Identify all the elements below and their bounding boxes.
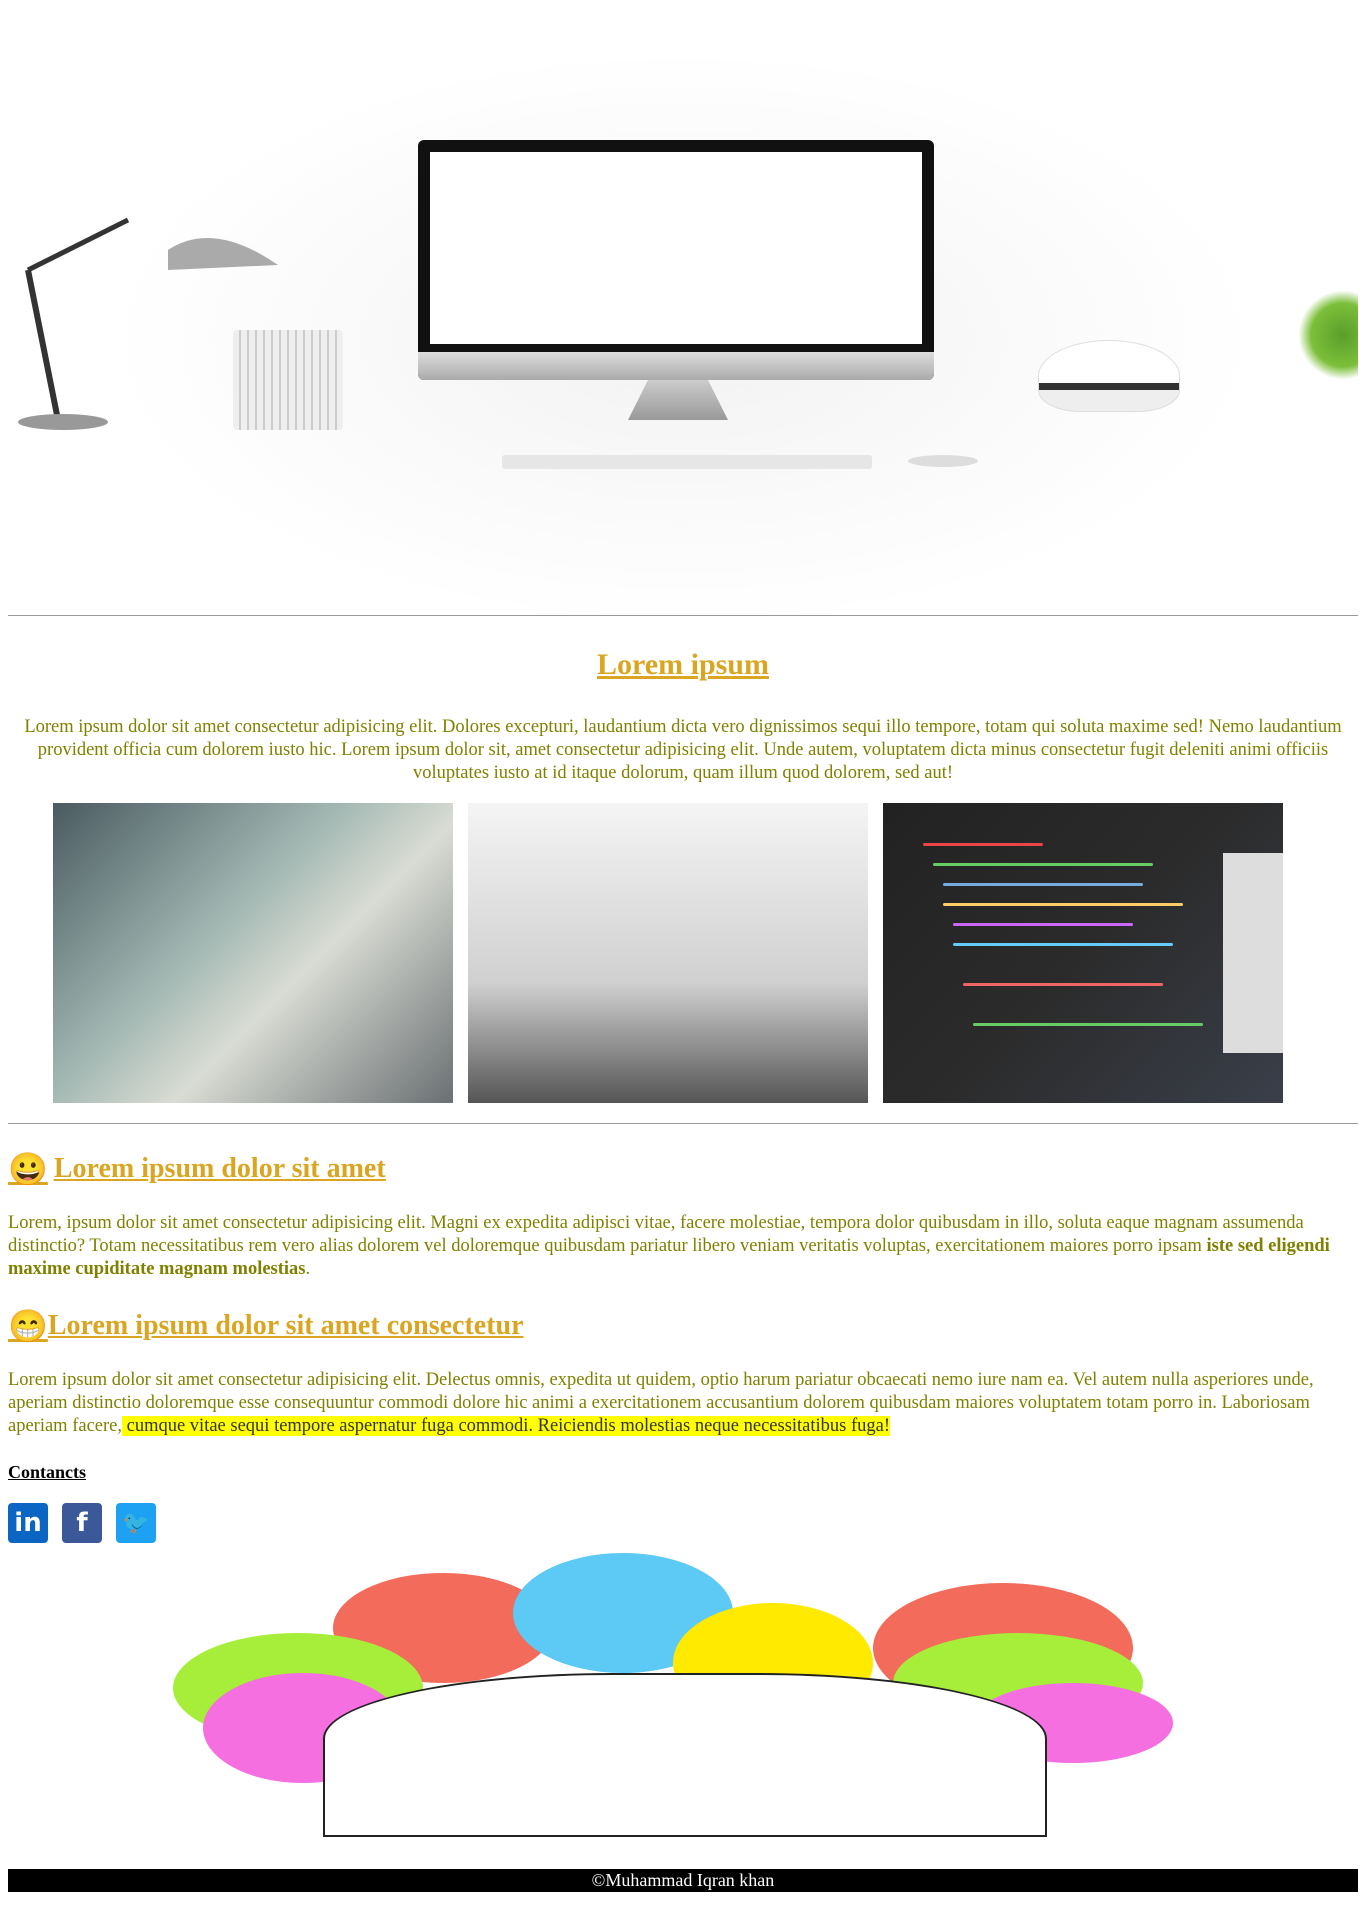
image-gallery <box>53 803 1358 1103</box>
highlighted-text: cumque vitae sequi tempore aspernatur fu… <box>122 1416 891 1436</box>
monitor-image <box>418 140 934 380</box>
facebook-icon[interactable]: f <box>62 1503 102 1543</box>
smiley-icon: 😀 <box>8 1151 48 1187</box>
section2-title: Lorem ipsum dolor sit amet consectetur <box>47 1310 524 1341</box>
intro-text: Lorem ipsum dolor sit amet consectetur a… <box>24 717 1342 783</box>
mouse-image <box>908 455 978 467</box>
grin-icon: 😁 <box>8 1308 48 1344</box>
contacts-heading: Contancts <box>8 1462 87 1482</box>
section1-heading: 😀 Lorem ipsum dolor sit amet <box>8 1150 1358 1188</box>
section2-text: Lorem ipsum dolor sit amet consectetur a… <box>8 1370 1314 1436</box>
section1-title: Lorem ipsum dolor sit amet <box>53 1153 386 1184</box>
teapot-image <box>1038 340 1180 412</box>
pencil-holder-image <box>233 330 343 430</box>
gallery-image-code <box>883 803 1283 1103</box>
keyboard-image <box>502 455 872 469</box>
section1-text: Lorem, ipsum dolor sit amet consectetur … <box>8 1213 1330 1279</box>
intro-title: Lorem ipsum <box>597 648 769 681</box>
plant-image <box>1298 290 1358 380</box>
twitter-icon[interactable]: 🐦 <box>116 1503 156 1543</box>
linkedin-icon[interactable]: in <box>8 1503 48 1543</box>
hero-image <box>8 0 1358 615</box>
gallery-image-office <box>468 803 868 1103</box>
divider <box>8 1123 1358 1124</box>
people-illustration <box>173 1553 1183 1837</box>
footer: ©Muhammad Iqran khan <box>8 1869 1358 1892</box>
section2-heading: 😁 Lorem ipsum dolor sit amet consectetur <box>8 1307 1358 1345</box>
social-links: in f 🐦 <box>8 1503 1358 1543</box>
gallery-image-laptops <box>53 803 453 1103</box>
